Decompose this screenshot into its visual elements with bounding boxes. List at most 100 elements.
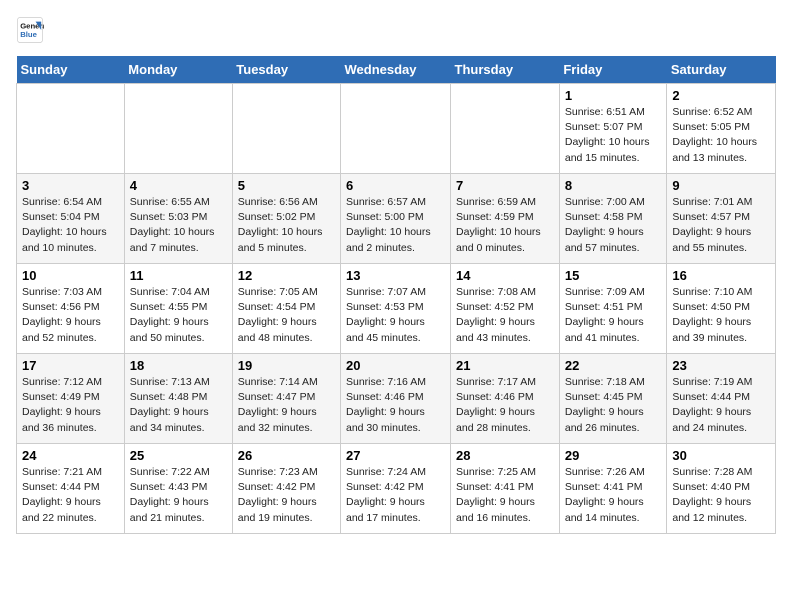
day-cell: 18 Sunrise: 7:13 AM Sunset: 4:48 PM Dayli… bbox=[124, 354, 232, 444]
day-cell: 22 Sunrise: 7:18 AM Sunset: 4:45 PM Dayli… bbox=[559, 354, 667, 444]
day-number: 27 bbox=[346, 448, 445, 463]
calendar-header: SundayMondayTuesdayWednesdayThursdayFrid… bbox=[17, 56, 776, 84]
day-info: Sunrise: 7:24 AM Sunset: 4:42 PM Dayligh… bbox=[346, 465, 445, 526]
calendar-table: SundayMondayTuesdayWednesdayThursdayFrid… bbox=[16, 56, 776, 534]
day-cell: 8Sunrise: 7:00 AM Sunset: 4:58 PM Daylig… bbox=[559, 174, 667, 264]
page-header: General Blue bbox=[16, 16, 776, 44]
day-info: Sunrise: 6:59 AM Sunset: 4:59 PM Dayligh… bbox=[456, 195, 554, 256]
day-number: 20 bbox=[346, 358, 445, 373]
day-cell: 6 Sunrise: 6:57 AM Sunset: 5:00 PM Daylig… bbox=[341, 174, 451, 264]
logo: General Blue bbox=[16, 16, 48, 44]
day-cell: 5 Sunrise: 6:56 AM Sunset: 5:02 PM Daylig… bbox=[232, 174, 340, 264]
day-cell bbox=[232, 84, 340, 174]
day-number: 9 bbox=[672, 178, 770, 193]
day-cell: 2 Sunrise: 6:52 AM Sunset: 5:05 PM Daylig… bbox=[667, 84, 776, 174]
day-number: 30 bbox=[672, 448, 770, 463]
day-info: Sunrise: 7:23 AM Sunset: 4:42 PM Dayligh… bbox=[238, 465, 335, 526]
weekday-header-monday: Monday bbox=[124, 56, 232, 84]
day-info: Sunrise: 7:19 AM Sunset: 4:44 PM Dayligh… bbox=[672, 375, 770, 436]
day-number: 13 bbox=[346, 268, 445, 283]
day-info: Sunrise: 7:07 AM Sunset: 4:53 PM Dayligh… bbox=[346, 285, 445, 346]
weekday-header-thursday: Thursday bbox=[451, 56, 560, 84]
day-cell bbox=[124, 84, 232, 174]
weekday-header-sunday: Sunday bbox=[17, 56, 125, 84]
day-number: 3 bbox=[22, 178, 119, 193]
logo-icon: General Blue bbox=[16, 16, 44, 44]
day-info: Sunrise: 7:09 AM Sunset: 4:51 PM Dayligh… bbox=[565, 285, 662, 346]
day-info: Sunrise: 7:18 AM Sunset: 4:45 PM Dayligh… bbox=[565, 375, 662, 436]
day-info: Sunrise: 7:01 AM Sunset: 4:57 PM Dayligh… bbox=[672, 195, 770, 256]
day-cell: 12 Sunrise: 7:05 AM Sunset: 4:54 PM Dayli… bbox=[232, 264, 340, 354]
day-number: 4 bbox=[130, 178, 227, 193]
day-cell: 4 Sunrise: 6:55 AM Sunset: 5:03 PM Daylig… bbox=[124, 174, 232, 264]
day-info: Sunrise: 7:03 AM Sunset: 4:56 PM Dayligh… bbox=[22, 285, 119, 346]
day-cell: 1Sunrise: 6:51 AM Sunset: 5:07 PM Daylig… bbox=[559, 84, 667, 174]
day-info: Sunrise: 7:21 AM Sunset: 4:44 PM Dayligh… bbox=[22, 465, 119, 526]
day-info: Sunrise: 7:05 AM Sunset: 4:54 PM Dayligh… bbox=[238, 285, 335, 346]
day-cell: 3 Sunrise: 6:54 AM Sunset: 5:04 PM Daylig… bbox=[17, 174, 125, 264]
day-cell: 14Sunrise: 7:08 AM Sunset: 4:52 PM Dayli… bbox=[451, 264, 560, 354]
day-info: Sunrise: 6:57 AM Sunset: 5:00 PM Dayligh… bbox=[346, 195, 445, 256]
day-number: 5 bbox=[238, 178, 335, 193]
day-number: 29 bbox=[565, 448, 662, 463]
day-cell: 25Sunrise: 7:22 AM Sunset: 4:43 PM Dayli… bbox=[124, 444, 232, 534]
day-number: 18 bbox=[130, 358, 227, 373]
day-number: 2 bbox=[672, 88, 770, 103]
day-info: Sunrise: 6:54 AM Sunset: 5:04 PM Dayligh… bbox=[22, 195, 119, 256]
day-cell: 23Sunrise: 7:19 AM Sunset: 4:44 PM Dayli… bbox=[667, 354, 776, 444]
day-info: Sunrise: 7:17 AM Sunset: 4:46 PM Dayligh… bbox=[456, 375, 554, 436]
day-cell: 26 Sunrise: 7:23 AM Sunset: 4:42 PM Dayli… bbox=[232, 444, 340, 534]
day-info: Sunrise: 7:12 AM Sunset: 4:49 PM Dayligh… bbox=[22, 375, 119, 436]
day-cell: 20 Sunrise: 7:16 AM Sunset: 4:46 PM Dayli… bbox=[341, 354, 451, 444]
weekday-header-friday: Friday bbox=[559, 56, 667, 84]
day-cell bbox=[341, 84, 451, 174]
header-row: SundayMondayTuesdayWednesdayThursdayFrid… bbox=[17, 56, 776, 84]
day-info: Sunrise: 7:04 AM Sunset: 4:55 PM Dayligh… bbox=[130, 285, 227, 346]
day-number: 6 bbox=[346, 178, 445, 193]
day-info: Sunrise: 6:56 AM Sunset: 5:02 PM Dayligh… bbox=[238, 195, 335, 256]
day-number: 16 bbox=[672, 268, 770, 283]
weekday-header-wednesday: Wednesday bbox=[341, 56, 451, 84]
day-info: Sunrise: 7:22 AM Sunset: 4:43 PM Dayligh… bbox=[130, 465, 227, 526]
week-row-4: 17 Sunrise: 7:12 AM Sunset: 4:49 PM Dayli… bbox=[17, 354, 776, 444]
day-cell: 30 Sunrise: 7:28 AM Sunset: 4:40 PM Dayli… bbox=[667, 444, 776, 534]
week-row-2: 3 Sunrise: 6:54 AM Sunset: 5:04 PM Daylig… bbox=[17, 174, 776, 264]
day-cell bbox=[17, 84, 125, 174]
day-number: 17 bbox=[22, 358, 119, 373]
day-cell: 21Sunrise: 7:17 AM Sunset: 4:46 PM Dayli… bbox=[451, 354, 560, 444]
day-cell: 29 Sunrise: 7:26 AM Sunset: 4:41 PM Dayli… bbox=[559, 444, 667, 534]
week-row-1: 1Sunrise: 6:51 AM Sunset: 5:07 PM Daylig… bbox=[17, 84, 776, 174]
day-cell: 15 Sunrise: 7:09 AM Sunset: 4:51 PM Dayli… bbox=[559, 264, 667, 354]
day-number: 24 bbox=[22, 448, 119, 463]
day-info: Sunrise: 7:26 AM Sunset: 4:41 PM Dayligh… bbox=[565, 465, 662, 526]
weekday-header-tuesday: Tuesday bbox=[232, 56, 340, 84]
day-number: 1 bbox=[565, 88, 662, 103]
day-number: 7 bbox=[456, 178, 554, 193]
day-info: Sunrise: 7:10 AM Sunset: 4:50 PM Dayligh… bbox=[672, 285, 770, 346]
day-cell: 19Sunrise: 7:14 AM Sunset: 4:47 PM Dayli… bbox=[232, 354, 340, 444]
day-cell: 17 Sunrise: 7:12 AM Sunset: 4:49 PM Dayli… bbox=[17, 354, 125, 444]
day-cell: 28 Sunrise: 7:25 AM Sunset: 4:41 PM Dayli… bbox=[451, 444, 560, 534]
day-info: Sunrise: 6:55 AM Sunset: 5:03 PM Dayligh… bbox=[130, 195, 227, 256]
day-info: Sunrise: 7:25 AM Sunset: 4:41 PM Dayligh… bbox=[456, 465, 554, 526]
day-info: Sunrise: 6:52 AM Sunset: 5:05 PM Dayligh… bbox=[672, 105, 770, 166]
day-cell: 10Sunrise: 7:03 AM Sunset: 4:56 PM Dayli… bbox=[17, 264, 125, 354]
day-info: Sunrise: 7:08 AM Sunset: 4:52 PM Dayligh… bbox=[456, 285, 554, 346]
day-number: 19 bbox=[238, 358, 335, 373]
day-number: 22 bbox=[565, 358, 662, 373]
weekday-header-saturday: Saturday bbox=[667, 56, 776, 84]
day-cell: 9 Sunrise: 7:01 AM Sunset: 4:57 PM Daylig… bbox=[667, 174, 776, 264]
day-number: 12 bbox=[238, 268, 335, 283]
day-number: 26 bbox=[238, 448, 335, 463]
day-info: Sunrise: 7:28 AM Sunset: 4:40 PM Dayligh… bbox=[672, 465, 770, 526]
day-number: 15 bbox=[565, 268, 662, 283]
day-cell: 7 Sunrise: 6:59 AM Sunset: 4:59 PM Daylig… bbox=[451, 174, 560, 264]
day-number: 28 bbox=[456, 448, 554, 463]
week-row-5: 24 Sunrise: 7:21 AM Sunset: 4:44 PM Dayli… bbox=[17, 444, 776, 534]
day-info: Sunrise: 7:13 AM Sunset: 4:48 PM Dayligh… bbox=[130, 375, 227, 436]
day-info: Sunrise: 7:16 AM Sunset: 4:46 PM Dayligh… bbox=[346, 375, 445, 436]
day-number: 11 bbox=[130, 268, 227, 283]
day-info: Sunrise: 7:00 AM Sunset: 4:58 PM Dayligh… bbox=[565, 195, 662, 256]
day-cell: 13 Sunrise: 7:07 AM Sunset: 4:53 PM Dayli… bbox=[341, 264, 451, 354]
day-cell: 16 Sunrise: 7:10 AM Sunset: 4:50 PM Dayli… bbox=[667, 264, 776, 354]
